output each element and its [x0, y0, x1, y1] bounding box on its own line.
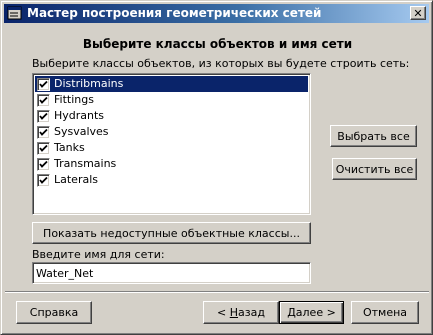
footer-separator — [5, 291, 429, 293]
list-item-sysvalves[interactable]: Sysvalves — [35, 124, 308, 140]
network-wizard-dialog: Мастер построения геометрических сетей ✕… — [0, 0, 433, 335]
checkbox-hydrants[interactable] — [37, 110, 50, 123]
list-item-label: Transmains — [54, 157, 117, 170]
checkbox-distribmains[interactable] — [37, 78, 50, 91]
checkbox-transmains[interactable] — [37, 158, 50, 171]
back-rest: азад — [238, 306, 265, 319]
network-name-label: Введите имя для сети: — [32, 248, 165, 261]
checkbox-fittings[interactable] — [37, 94, 50, 107]
next-mnemonic: Д — [287, 306, 296, 319]
help-button[interactable]: Справка — [16, 301, 92, 324]
back-prefix: < — [217, 306, 230, 319]
checkbox-sysvalves[interactable] — [37, 126, 50, 139]
list-item-label: Distribmains — [54, 77, 124, 90]
list-item-hydrants[interactable]: Hydrants — [35, 108, 308, 124]
list-item-label: Fittings — [54, 93, 94, 106]
title-bar[interactable]: Мастер построения геометрических сетей — [4, 4, 429, 23]
checkmark-icon — [39, 176, 48, 184]
network-name-input[interactable] — [32, 262, 311, 284]
show-unavailable-classes-button[interactable]: Показать недоступные объектные классы... — [32, 222, 311, 244]
list-item-label: Sysvalves — [54, 125, 109, 138]
next-button[interactable]: Далее > — [279, 301, 344, 324]
checkmark-icon — [39, 96, 48, 104]
list-item-label: Laterals — [54, 173, 98, 186]
back-button[interactable]: < Назад — [203, 301, 279, 324]
page-heading: Выберите классы объектов и имя сети — [82, 37, 353, 51]
checkmark-icon — [39, 160, 48, 168]
checkmark-icon — [39, 80, 48, 88]
checkmark-icon — [39, 128, 48, 136]
next-suffix: > — [323, 306, 336, 319]
select-all-button[interactable]: Выбрать все — [330, 125, 417, 147]
back-mnemonic: Н — [229, 306, 239, 319]
checkbox-laterals[interactable] — [37, 174, 50, 187]
list-item-label: Tanks — [54, 141, 85, 154]
checkbox-tanks[interactable] — [37, 142, 50, 155]
clear-all-button[interactable]: Очистить все — [332, 158, 417, 180]
wizard-app-icon — [7, 6, 23, 21]
next-rest: алее — [295, 306, 324, 319]
list-item-tanks[interactable]: Tanks — [35, 140, 308, 156]
class-list-label: Выберите классы объектов, из которых вы … — [32, 57, 410, 70]
list-item-fittings[interactable]: Fittings — [35, 92, 308, 108]
window-title: Мастер построения геометрических сетей — [27, 6, 322, 20]
cancel-button[interactable]: Отмена — [351, 301, 419, 324]
checkmark-icon — [39, 144, 48, 152]
list-item-laterals[interactable]: Laterals — [35, 172, 308, 188]
list-item-transmains[interactable]: Transmains — [35, 156, 308, 172]
close-button[interactable]: ✕ — [410, 6, 426, 20]
list-item-distribmains[interactable]: Distribmains — [35, 76, 308, 92]
feature-class-listbox[interactable]: Distribmains Fittings Hydrants Sysvalves… — [32, 73, 311, 215]
close-icon: ✕ — [413, 6, 423, 20]
list-item-label: Hydrants — [54, 109, 105, 122]
checkmark-icon — [39, 112, 48, 120]
